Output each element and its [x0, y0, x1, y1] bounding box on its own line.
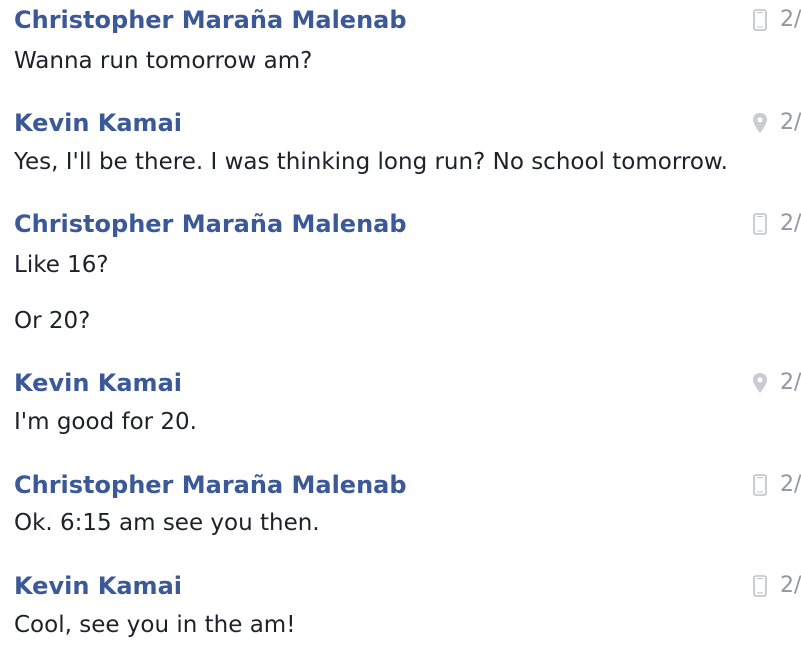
message-timestamp: 2/ — [780, 211, 801, 236]
message-meta: 2/ — [752, 367, 801, 399]
message-text: Yes, I'll be there. I was thinking long … — [14, 149, 728, 175]
message-timestamp: 2/ — [780, 573, 801, 598]
message-timestamp: 2/ — [780, 7, 801, 32]
sender-name[interactable]: Kevin Kamai — [14, 371, 182, 395]
mobile-phone-icon — [752, 8, 768, 32]
sender-name[interactable]: Christopher Maraña Malenab — [14, 212, 407, 236]
message-text: Like 16? — [14, 252, 109, 278]
message-timestamp: 2/ — [780, 472, 801, 497]
message-thread: Christopher Maraña Malenab 2/ Wanna run … — [0, 0, 801, 645]
sender-name[interactable]: Kevin Kamai — [14, 574, 182, 598]
message-text: Or 20? — [14, 308, 91, 334]
message-meta: 2/ — [752, 107, 801, 139]
message-meta: 2/ — [752, 208, 801, 240]
mobile-phone-icon — [752, 574, 768, 598]
message-meta: 2/ — [752, 469, 801, 501]
message-text: I'm good for 20. — [14, 409, 197, 435]
message-meta: 2/ — [752, 570, 801, 602]
message-meta: 2/ — [752, 4, 801, 36]
sender-name[interactable]: Christopher Maraña Malenab — [14, 8, 407, 32]
mobile-phone-icon — [752, 473, 768, 497]
message-timestamp: 2/ — [780, 110, 801, 135]
message-timestamp: 2/ — [780, 370, 801, 395]
location-pin-icon — [752, 371, 768, 395]
message-text: Ok. 6:15 am see you then. — [14, 510, 320, 536]
sender-name[interactable]: Christopher Maraña Malenab — [14, 473, 407, 497]
message-text: Cool, see you in the am! — [14, 612, 296, 638]
mobile-phone-icon — [752, 212, 768, 236]
location-pin-icon — [752, 111, 768, 135]
sender-name[interactable]: Kevin Kamai — [14, 111, 182, 135]
message-text: Wanna run tomorrow am? — [14, 48, 313, 74]
